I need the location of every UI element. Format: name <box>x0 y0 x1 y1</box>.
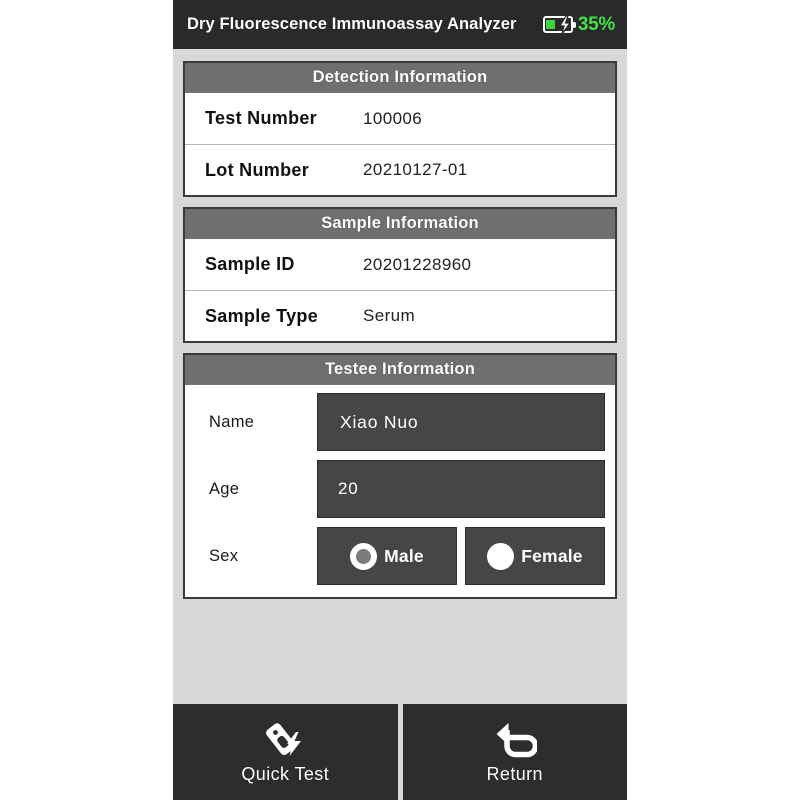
lightning-bolt-icon <box>558 16 572 34</box>
sample-type-value: Serum <box>363 306 416 325</box>
sex-option-male[interactable]: Male <box>317 527 457 585</box>
radio-selected-icon <box>350 542 378 570</box>
device-screen: Dry Fluorescence Immunoassay Analyzer 35… <box>173 0 627 800</box>
battery-fill <box>546 19 556 29</box>
testee-information-header: Testee Information <box>185 355 615 385</box>
detection-information-panel: Detection Information Test Number 100006… <box>183 61 617 197</box>
sex-option-male-label: Male <box>384 545 424 566</box>
age-field[interactable]: 20 <box>317 460 605 518</box>
sample-type-row: Sample Type Serum <box>185 290 615 341</box>
sex-option-female-label: Female <box>521 545 583 566</box>
sample-type-label: Sample Type <box>205 305 319 326</box>
battery-status: 35% <box>542 14 615 35</box>
age-row: Age 20 <box>195 460 605 518</box>
detection-information-body: Test Number 100006 Lot Number 20210127-0… <box>185 93 615 195</box>
sex-radio-group: Male Female <box>317 527 605 585</box>
testee-information-body: Name Xiao Nuo Age 20 Sex Male Female <box>185 385 615 597</box>
sample-information-header: Sample Information <box>185 209 615 239</box>
age-label: Age <box>209 479 240 498</box>
app-title: Dry Fluorescence Immunoassay Analyzer <box>187 15 517 33</box>
return-label: Return <box>486 764 543 784</box>
sample-id-label: Sample ID <box>205 254 295 274</box>
sample-information-body: Sample ID 20201228960 Sample Type Serum <box>185 239 615 341</box>
status-bar: Dry Fluorescence Immunoassay Analyzer 35… <box>173 0 627 49</box>
radio-unselected-icon <box>487 542 515 570</box>
lot-number-label: Lot Number <box>205 159 309 180</box>
sample-id-row: Sample ID 20201228960 <box>185 239 615 290</box>
test-number-row: Test Number 100006 <box>185 93 615 144</box>
sex-label: Sex <box>209 546 239 565</box>
return-button[interactable]: Return <box>402 704 627 800</box>
sex-option-female[interactable]: Female <box>465 527 605 585</box>
sample-information-panel: Sample Information Sample ID 20201228960… <box>183 207 617 343</box>
test-strip-lightning-icon <box>263 719 307 759</box>
lot-number-value: 20210127-01 <box>363 160 468 179</box>
test-number-label: Test Number <box>205 108 317 128</box>
name-label: Name <box>209 412 255 431</box>
name-field[interactable]: Xiao Nuo <box>317 393 605 451</box>
quick-test-label: Quick Test <box>241 764 330 784</box>
test-number-value: 100006 <box>363 108 423 128</box>
return-arrow-icon <box>493 719 537 759</box>
testee-information-panel: Testee Information Name Xiao Nuo Age 20 … <box>183 353 617 599</box>
lot-number-row: Lot Number 20210127-01 <box>185 144 615 195</box>
main-content: Detection Information Test Number 100006… <box>173 49 627 703</box>
quick-test-button[interactable]: Quick Test <box>173 704 398 800</box>
battery-percent-label: 35% <box>577 14 615 35</box>
bottom-toolbar: Quick Test Return <box>173 703 627 800</box>
name-row: Name Xiao Nuo <box>195 393 605 451</box>
sex-row: Sex Male Female <box>195 527 605 585</box>
detection-information-header: Detection Information <box>185 63 615 93</box>
battery-charging-icon <box>542 16 576 34</box>
sample-id-value: 20201228960 <box>363 254 472 274</box>
